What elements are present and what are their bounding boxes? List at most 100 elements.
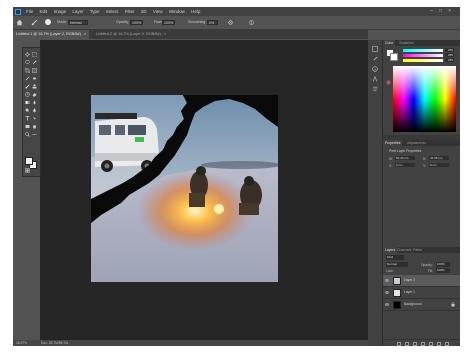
menu-layer[interactable]: Layer xyxy=(72,9,83,14)
new-layer-icon[interactable] xyxy=(437,341,441,346)
color-spectrum-picker[interactable] xyxy=(393,66,456,132)
marquee-tool-icon[interactable] xyxy=(32,52,37,57)
opacity-field[interactable]: 100% xyxy=(130,20,143,25)
brush-tool-icon[interactable] xyxy=(25,84,30,89)
hand-tool-icon[interactable] xyxy=(32,124,37,129)
menu-select[interactable]: Select xyxy=(106,9,119,14)
layer-style-icon[interactable] xyxy=(405,341,409,346)
color-background-swatch[interactable] xyxy=(390,53,398,61)
blue-value[interactable]: 255 xyxy=(445,58,454,62)
fill-field[interactable]: 100% xyxy=(436,268,450,273)
red-value[interactable]: 255 xyxy=(445,48,454,52)
foreground-color-swatch[interactable] xyxy=(25,157,33,165)
zoom-level[interactable]: 16.67% xyxy=(16,340,27,346)
tab-adjustments[interactable]: Adjustments xyxy=(405,140,428,146)
paragraph-icon[interactable] xyxy=(372,86,378,92)
close-icon[interactable]: × xyxy=(448,8,457,14)
blur-tool-icon[interactable] xyxy=(32,100,37,105)
minimize-icon[interactable]: – xyxy=(430,8,439,14)
pen-tool-icon[interactable] xyxy=(32,108,37,113)
zoom-tool-icon[interactable] xyxy=(25,132,30,137)
visibility-eye-icon[interactable] xyxy=(385,279,389,282)
layer-name[interactable]: Layer 2 xyxy=(404,275,415,286)
link-layers-icon[interactable] xyxy=(397,341,401,346)
red-slider[interactable] xyxy=(403,49,443,52)
brush-preset-picker[interactable] xyxy=(45,19,51,25)
menu-filter[interactable]: Filter xyxy=(125,9,135,14)
color-wheel-icon[interactable] xyxy=(386,80,391,85)
x-label: X: xyxy=(389,164,393,168)
x-field[interactable]: 0 cm xyxy=(395,163,415,167)
info-icon[interactable] xyxy=(372,66,378,72)
home-icon[interactable] xyxy=(16,19,23,26)
healing-brush-tool-icon[interactable] xyxy=(32,76,37,81)
layer-blend-mode[interactable]: Normal xyxy=(386,262,408,267)
brush-tool-icon[interactable] xyxy=(31,19,38,26)
layer-name[interactable]: Layer 1 xyxy=(404,287,415,298)
tab-swatches[interactable]: Swatches xyxy=(397,40,416,46)
menu-type[interactable]: Type xyxy=(90,9,100,14)
delete-layer-icon[interactable] xyxy=(445,341,449,346)
layer-row-layer-2[interactable]: Layer 2 xyxy=(383,275,460,287)
height-field[interactable]: 42.35 cm xyxy=(429,156,449,160)
document-canvas[interactable] xyxy=(91,95,278,282)
tab-untitled-2[interactable]: Untitled-2 @ 16.7% (Layer 0, RGB/8#) × xyxy=(93,30,169,39)
tab-close-icon[interactable]: × xyxy=(164,32,166,36)
layer-opacity-field[interactable]: 100% xyxy=(436,262,450,267)
rectangle-tool-icon[interactable] xyxy=(25,124,30,129)
layers-footer xyxy=(383,339,460,346)
tab-close-icon[interactable]: × xyxy=(84,32,86,36)
quick-mask-icon[interactable] xyxy=(25,168,30,173)
move-tool-icon[interactable] xyxy=(25,52,30,57)
menu-3d[interactable]: 3D xyxy=(141,9,147,14)
menu-file[interactable]: File xyxy=(26,9,33,14)
layer-kind-filter[interactable]: Kind xyxy=(386,255,404,260)
path-selection-tool-icon[interactable] xyxy=(32,116,37,121)
add-mask-icon[interactable] xyxy=(413,341,417,346)
gear-icon[interactable] xyxy=(228,20,233,25)
tab-color[interactable]: Color xyxy=(383,40,396,46)
tab-untitled-1[interactable]: Untitled-1 @ 16.7% (Layer 2, RGB/8#) × xyxy=(13,30,90,39)
quick-select-tool-icon[interactable] xyxy=(32,60,37,65)
layer-row-layer-1[interactable]: Layer 1 xyxy=(383,287,460,299)
character-icon[interactable] xyxy=(372,76,378,82)
smoothing-field[interactable]: 0% xyxy=(207,20,218,25)
menu-edit[interactable]: Edit xyxy=(40,9,48,14)
flow-field[interactable]: 100% xyxy=(162,20,175,25)
more-tools-icon[interactable] xyxy=(32,132,37,137)
width-field[interactable]: 50.33 cm xyxy=(395,156,415,160)
tab-properties[interactable]: Properties xyxy=(383,140,403,146)
visibility-eye-icon[interactable] xyxy=(385,291,389,294)
pressure-icon[interactable] xyxy=(249,20,254,25)
green-value[interactable]: 255 xyxy=(445,53,454,57)
collapsed-panel-strip xyxy=(368,40,383,346)
frame-tool-icon[interactable] xyxy=(32,68,37,73)
menu-image[interactable]: Image xyxy=(54,9,67,14)
canvas-area[interactable] xyxy=(40,40,368,340)
eraser-tool-icon[interactable] xyxy=(32,92,37,97)
eyedropper-tool-icon[interactable] xyxy=(25,76,30,81)
history-brush-tool-icon[interactable] xyxy=(25,92,30,97)
layer-name[interactable]: Background xyxy=(404,299,422,310)
visibility-eye-icon[interactable] xyxy=(385,303,389,306)
gradient-tool-icon[interactable] xyxy=(25,100,30,105)
crop-tool-icon[interactable] xyxy=(25,68,30,73)
y-field[interactable]: 0 cm xyxy=(429,163,449,167)
blue-slider[interactable] xyxy=(403,59,443,62)
menu-window[interactable]: Window xyxy=(169,9,185,14)
dodge-tool-icon[interactable] xyxy=(25,108,30,113)
menu-view[interactable]: View xyxy=(153,9,163,14)
mode-select[interactable]: Normal xyxy=(68,20,88,25)
history-icon[interactable] xyxy=(372,46,378,52)
lasso-tool-icon[interactable] xyxy=(25,60,30,65)
maximize-icon[interactable]: □ xyxy=(439,8,448,14)
new-group-icon[interactable] xyxy=(429,341,433,346)
clone-stamp-tool-icon[interactable] xyxy=(32,84,37,89)
brush-settings-icon[interactable] xyxy=(372,56,378,62)
tab-paths[interactable]: Paths xyxy=(411,247,424,253)
adjustment-layer-icon[interactable] xyxy=(421,341,425,346)
green-slider[interactable] xyxy=(403,54,443,57)
layer-row-background[interactable]: Background xyxy=(383,299,460,311)
menu-help[interactable]: Help xyxy=(191,9,200,14)
type-tool-icon[interactable] xyxy=(25,116,30,121)
